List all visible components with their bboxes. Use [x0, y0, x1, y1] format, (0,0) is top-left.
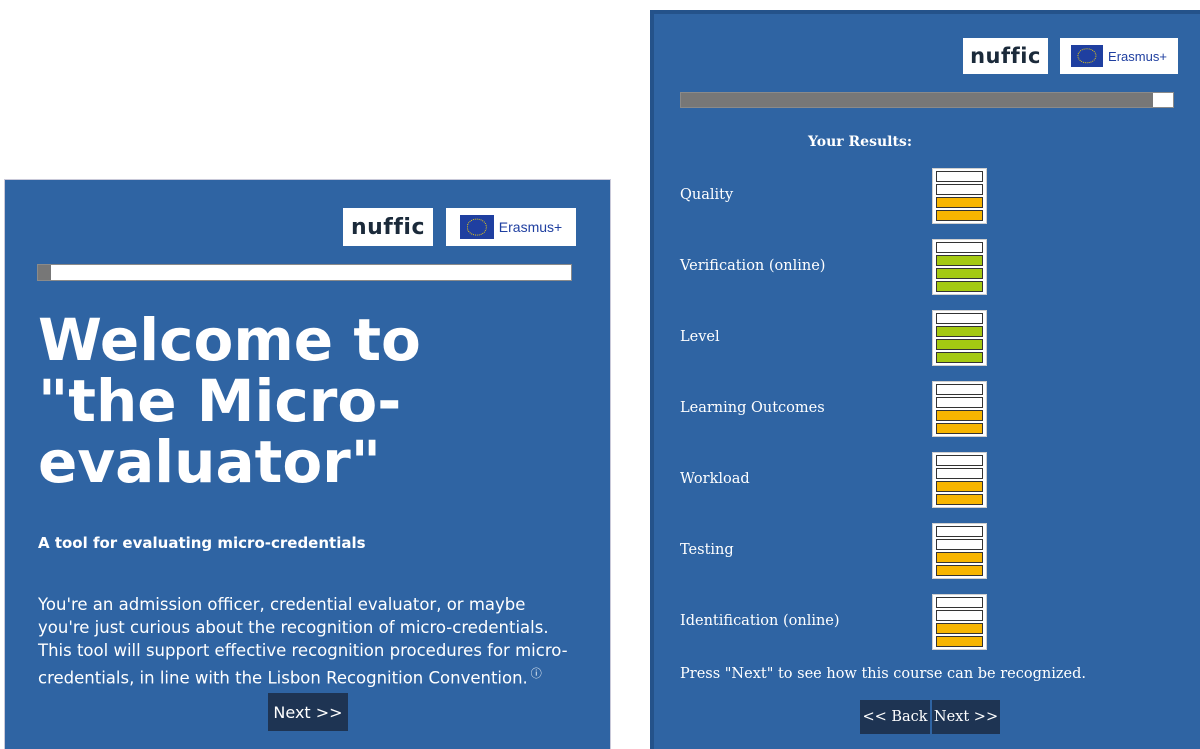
- rating-meter-segment: [936, 397, 983, 408]
- intro-paragraph: You're an admission officer, credential …: [38, 593, 578, 690]
- back-button[interactable]: << Back: [860, 700, 930, 734]
- result-label: Quality: [680, 187, 734, 203]
- rating-meter-segment: [936, 494, 983, 505]
- rating-meter-segment: [936, 481, 983, 492]
- rating-meter-segment: [936, 281, 983, 292]
- result-label: Testing: [680, 542, 734, 558]
- rating-meter: [932, 310, 987, 366]
- rating-meter-segment: [936, 468, 983, 479]
- nuffic-logo-text: nuffic: [350, 214, 426, 240]
- rating-meter-segment: [936, 565, 983, 576]
- rating-meter-segment: [936, 268, 983, 279]
- rating-meter-segment: [936, 352, 983, 363]
- rating-meter-segment: [936, 610, 983, 621]
- erasmus-logo: Erasmus+: [446, 208, 576, 246]
- rating-meter-segment: [936, 423, 983, 434]
- rating-meter: [932, 168, 987, 224]
- progress-bar-fill: [38, 265, 52, 280]
- intro-text: You're an admission officer, credential …: [38, 595, 568, 688]
- eu-flag-icon: [1071, 45, 1104, 67]
- eu-flag-icon: [459, 215, 494, 239]
- rating-meter-segment: [936, 171, 983, 182]
- rating-meter-segment: [936, 326, 983, 337]
- page-subtitle: A tool for evaluating micro-credentials: [38, 534, 366, 552]
- rating-meter-segment: [936, 597, 983, 608]
- result-label: Verification (online): [680, 258, 826, 274]
- rating-meter-segment: [936, 526, 983, 537]
- results-instruction: Press "Next" to see how this course can …: [680, 666, 1086, 682]
- rating-meter-segment: [936, 552, 983, 563]
- page-title: Welcome to "the Micro- evaluator": [38, 306, 421, 496]
- nuffic-logo: nuffic: [963, 38, 1048, 74]
- rating-meter: [932, 594, 987, 650]
- result-label: Learning Outcomes: [680, 400, 825, 416]
- results-panel: nuffic Erasmus+ Your Results: Quality Ver…: [650, 10, 1200, 749]
- rating-meter-segment: [936, 636, 983, 647]
- progress-bar: [37, 264, 572, 281]
- progress-bar-fill: [681, 93, 1154, 107]
- result-label: Workload: [680, 471, 750, 487]
- result-label: Identification (online): [680, 613, 840, 629]
- rating-meter-segment: [936, 455, 983, 466]
- rating-meter-segment: [936, 384, 983, 395]
- rating-meter: [932, 239, 987, 295]
- erasmus-logo: Erasmus+: [1060, 38, 1178, 74]
- next-button[interactable]: Next >>: [932, 700, 1000, 734]
- rating-meter: [932, 523, 987, 579]
- nuffic-logo-text: nuffic: [970, 44, 1041, 68]
- rating-meter: [932, 452, 987, 508]
- next-button[interactable]: Next >>: [268, 693, 348, 731]
- rating-meter-segment: [936, 197, 983, 208]
- rating-meter: [932, 381, 987, 437]
- rating-meter-segment: [936, 539, 983, 550]
- welcome-panel: nuffic Erasmus+ Welcome to "the Micro- e…: [4, 179, 611, 749]
- rating-meter-segment: [936, 623, 983, 634]
- rating-meter-segment: [936, 242, 983, 253]
- erasmus-logo-text: Erasmus+: [1108, 48, 1167, 64]
- nuffic-logo: nuffic: [343, 208, 433, 246]
- rating-meter-segment: [936, 184, 983, 195]
- results-heading: Your Results:: [808, 134, 912, 150]
- rating-meter-segment: [936, 255, 983, 266]
- rating-meter-segment: [936, 339, 983, 350]
- info-icon[interactable]: ⓘ: [531, 667, 542, 680]
- rating-meter-segment: [936, 313, 983, 324]
- rating-meter-segment: [936, 410, 983, 421]
- result-label: Level: [680, 329, 720, 345]
- erasmus-logo-text: Erasmus+: [498, 219, 563, 235]
- rating-meter-segment: [936, 210, 983, 221]
- progress-bar: [680, 92, 1174, 108]
